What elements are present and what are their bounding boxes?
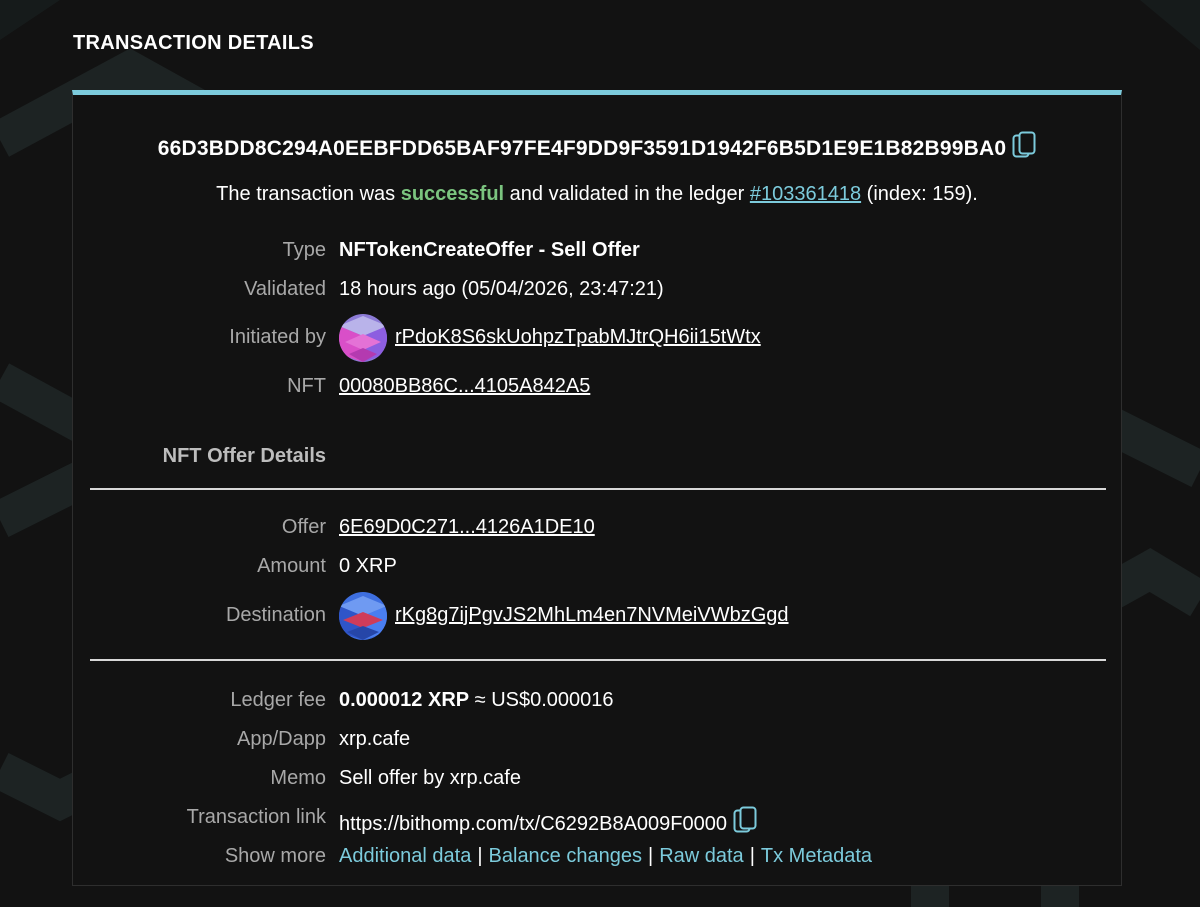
ledger-fee-value: 0.000012 XRP ≈ US$0.000016 (339, 689, 614, 712)
destination-row: Destination rKg8g7ijPgvJS2MhLm4en7NVMeiV… (73, 592, 1121, 640)
transaction-link-row: Transaction link https://bithomp.com/tx/… (73, 806, 1121, 836)
memo-label: Memo (270, 767, 326, 789)
separator: | (749, 845, 755, 867)
avatar-destination (339, 592, 387, 640)
avatar-initiator (339, 314, 387, 362)
initiated-row: Initiated by rPdoK8S6skUohpzTpabMJtrQH6i… (73, 314, 1121, 362)
additional-data-link[interactable]: Additional data (339, 845, 471, 867)
divider (90, 659, 1106, 661)
type-row: Type NFTokenCreateOffer - Sell Offer (73, 239, 1121, 269)
app-value: xrp.cafe (339, 728, 411, 750)
type-label: Type (282, 239, 326, 261)
nft-id-link[interactable]: 00080BB86C...4105A842A5 (339, 375, 590, 398)
nft-label: NFT (287, 375, 326, 397)
offer-row: Offer 6E69D0C271...4126A1DE10 (73, 516, 1121, 546)
memo-row: Memo Sell offer by xrp.cafe (73, 767, 1121, 797)
copy-icon[interactable] (733, 806, 757, 834)
show-more-label: Show more (224, 845, 326, 867)
offer-label: Offer (281, 516, 326, 538)
fee-amount: 0.000012 XRP (339, 689, 470, 711)
fee-fiat: ≈ US$0.000016 (474, 689, 614, 711)
summary-mid: and validated in the ledger (509, 183, 745, 205)
amount-value: 0 XRP (339, 555, 397, 577)
initiator-address-link[interactable]: rPdoK8S6skUohpzTpabMJtrQH6ii15tWtx (395, 326, 761, 349)
amount-label: Amount (257, 555, 326, 577)
destination-address-link[interactable]: rKg8g7ijPgvJS2MhLm4en7NVMeiVWbzGgd (395, 604, 789, 627)
validated-value: 18 hours ago (05/04/2026, 23:47:21) (339, 278, 664, 300)
show-more-links: Additional data | Balance changes | Raw data… (339, 845, 872, 868)
transaction-link-label: Transaction link (186, 806, 326, 828)
app-label: App/Dapp (237, 728, 326, 750)
transaction-hash-line: 66D3BDD8C294A0EEBFDD65BAF97FE4F9DD9F3591… (73, 131, 1121, 161)
app-row: App/Dapp xrp.cafe (73, 728, 1121, 758)
transaction-hash: 66D3BDD8C294A0EEBFDD65BAF97FE4F9DD9F3591… (157, 137, 1007, 160)
transaction-details-card: 66D3BDD8C294A0EEBFDD65BAF97FE4F9DD9F3591… (72, 90, 1122, 886)
transaction-link-value: https://bithomp.com/tx/C6292B8A009F0000 (339, 806, 757, 836)
validated-row: Validated 18 hours ago (05/04/2026, 23:4… (73, 278, 1121, 308)
amount-row: Amount 0 XRP (73, 555, 1121, 585)
ledger-link[interactable]: #103361418 (750, 183, 861, 205)
raw-data-link[interactable]: Raw data (659, 845, 744, 867)
tx-metadata-link[interactable]: Tx Metadata (761, 845, 872, 867)
separator: | (647, 845, 654, 867)
copy-icon[interactable] (1012, 131, 1036, 159)
status-successful: successful (400, 183, 505, 205)
memo-value: Sell offer by xrp.cafe (339, 767, 521, 789)
type-value: NFTokenCreateOffer - Sell Offer (339, 239, 640, 261)
initiated-label: Initiated by (229, 326, 326, 348)
summary-prefix: The transaction was (216, 183, 396, 205)
ledger-index: (index: 159). (866, 183, 978, 205)
ledger-fee-row: Ledger fee 0.000012 XRP ≈ US$0.000016 (73, 689, 1121, 719)
transaction-link-text: https://bithomp.com/tx/C6292B8A009F0000 (339, 813, 728, 835)
show-more-row: Show more Additional data | Balance change… (73, 845, 1121, 875)
offer-id-link[interactable]: 6E69D0C271...4126A1DE10 (339, 516, 595, 539)
validated-label: Validated (244, 278, 326, 300)
page-heading: TRANSACTION DETAILS (73, 32, 314, 54)
destination-label: Destination (225, 604, 326, 626)
transaction-summary: The transaction was successful and valid… (73, 183, 1121, 206)
divider (90, 488, 1106, 490)
nft-offer-details-title: NFT Offer Details (162, 445, 326, 467)
separator: | (477, 845, 483, 867)
ledger-fee-label: Ledger fee (230, 689, 326, 711)
balance-changes-link[interactable]: Balance changes (489, 845, 642, 867)
nft-row: NFT 00080BB86C...4105A842A5 (73, 375, 1121, 405)
